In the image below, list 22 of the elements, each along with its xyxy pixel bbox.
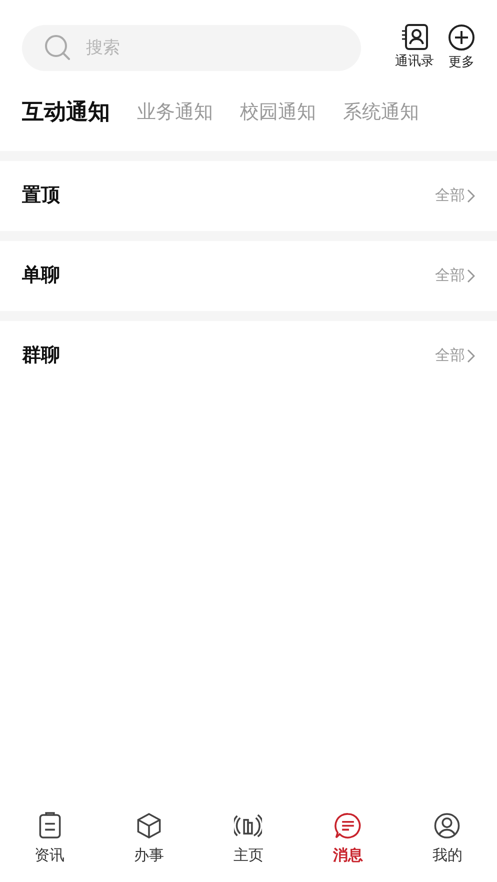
chevron-right-icon: [467, 188, 475, 202]
more-button[interactable]: 更多: [448, 24, 475, 72]
plus-circle-icon: [448, 24, 475, 51]
buildings-icon: [234, 812, 262, 840]
tab[interactable]: 互动通知: [22, 96, 110, 129]
chevron-right-icon: [467, 348, 475, 362]
chevron-right-icon: [467, 268, 475, 282]
user-icon: [433, 812, 462, 840]
search-field[interactable]: 搜索: [22, 25, 361, 72]
section-title: 置顶: [22, 183, 60, 208]
message-icon: [334, 812, 362, 840]
nav-tab[interactable]: 我的: [432, 812, 462, 866]
nav-tab[interactable]: 消息: [332, 812, 363, 866]
contacts-button[interactable]: 通讯录: [395, 24, 434, 72]
nav-tab[interactable]: 资讯: [34, 812, 65, 866]
section-title: 单聊: [22, 263, 60, 288]
nav-tab[interactable]: 主页: [233, 812, 264, 866]
nav-tab[interactable]: 办事: [134, 812, 164, 866]
search-icon: [44, 34, 72, 62]
cube-icon: [135, 812, 164, 840]
contacts-icon: [400, 24, 428, 50]
section-title: 群聊: [22, 343, 60, 368]
